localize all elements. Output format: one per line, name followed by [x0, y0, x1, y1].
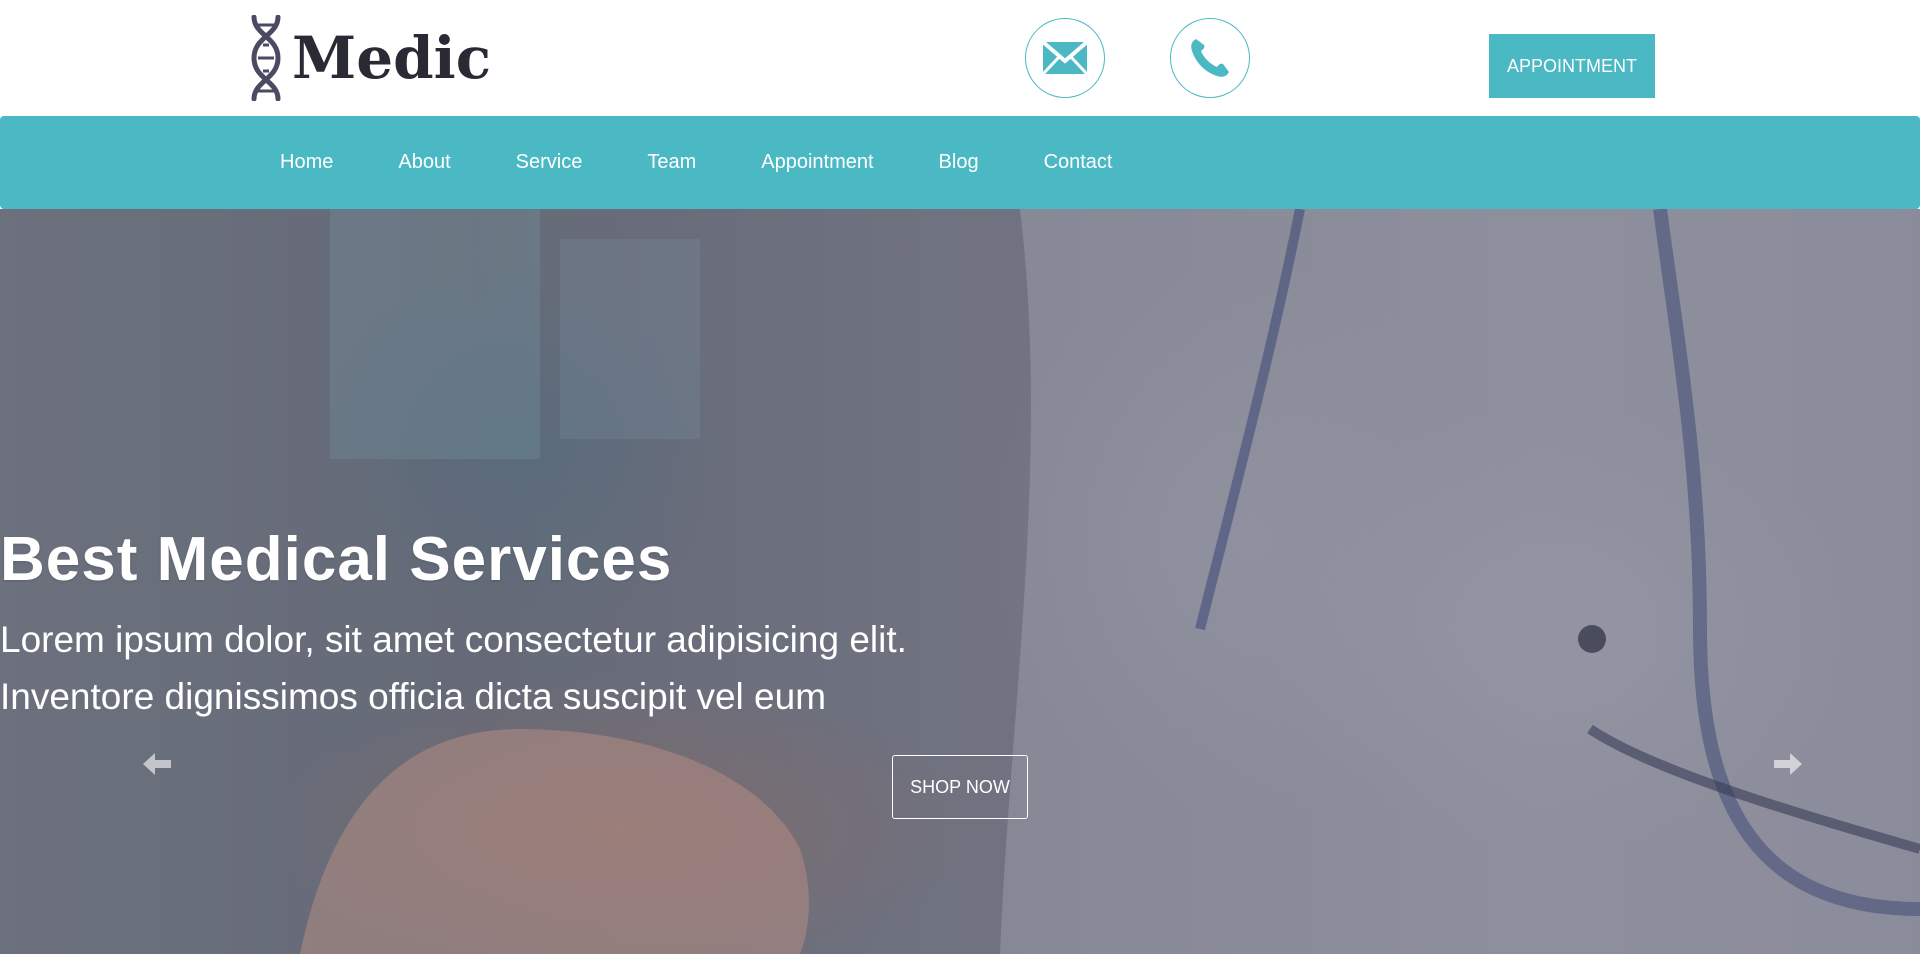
hero-subtitle-line2: Inventore dignissimos officia dicta susc…	[0, 676, 827, 717]
mail-icon	[1042, 41, 1088, 75]
top-header: Medic APPOINTMENT	[0, 0, 1920, 116]
phone-button[interactable]	[1170, 18, 1250, 98]
hero-slider: Best Medical Services Lorem ipsum dolor,…	[0, 209, 1920, 954]
phone-icon	[1191, 39, 1229, 77]
nav-item-about[interactable]: About	[398, 151, 450, 174]
nav-item-home[interactable]: Home	[280, 151, 333, 174]
nav-item-team[interactable]: Team	[647, 151, 696, 174]
dna-icon	[251, 15, 281, 101]
arrow-right-icon	[1774, 753, 1802, 775]
nav-list: Home About Service Team Appointment Blog…	[280, 116, 1178, 209]
slider-next-button[interactable]	[1768, 749, 1808, 779]
nav-item-blog[interactable]: Blog	[939, 151, 979, 174]
nav-item-appointment[interactable]: Appointment	[761, 151, 873, 174]
brand-name: Medic	[292, 24, 492, 92]
hero-subtitle-line1: Lorem ipsum dolor, sit amet consectetur …	[0, 619, 907, 660]
main-nav: Home About Service Team Appointment Blog…	[0, 116, 1920, 209]
hero-title: Best Medical Services	[0, 525, 673, 594]
shop-now-button[interactable]: SHOP NOW	[892, 755, 1028, 819]
appointment-button[interactable]: APPOINTMENT	[1489, 34, 1655, 98]
arrow-left-icon	[143, 753, 171, 775]
nav-item-contact[interactable]: Contact	[1044, 151, 1113, 174]
nav-item-service[interactable]: Service	[516, 151, 583, 174]
slider-prev-button[interactable]	[137, 749, 177, 779]
mail-button[interactable]	[1025, 18, 1105, 98]
brand-logo[interactable]: Medic	[246, 14, 491, 102]
